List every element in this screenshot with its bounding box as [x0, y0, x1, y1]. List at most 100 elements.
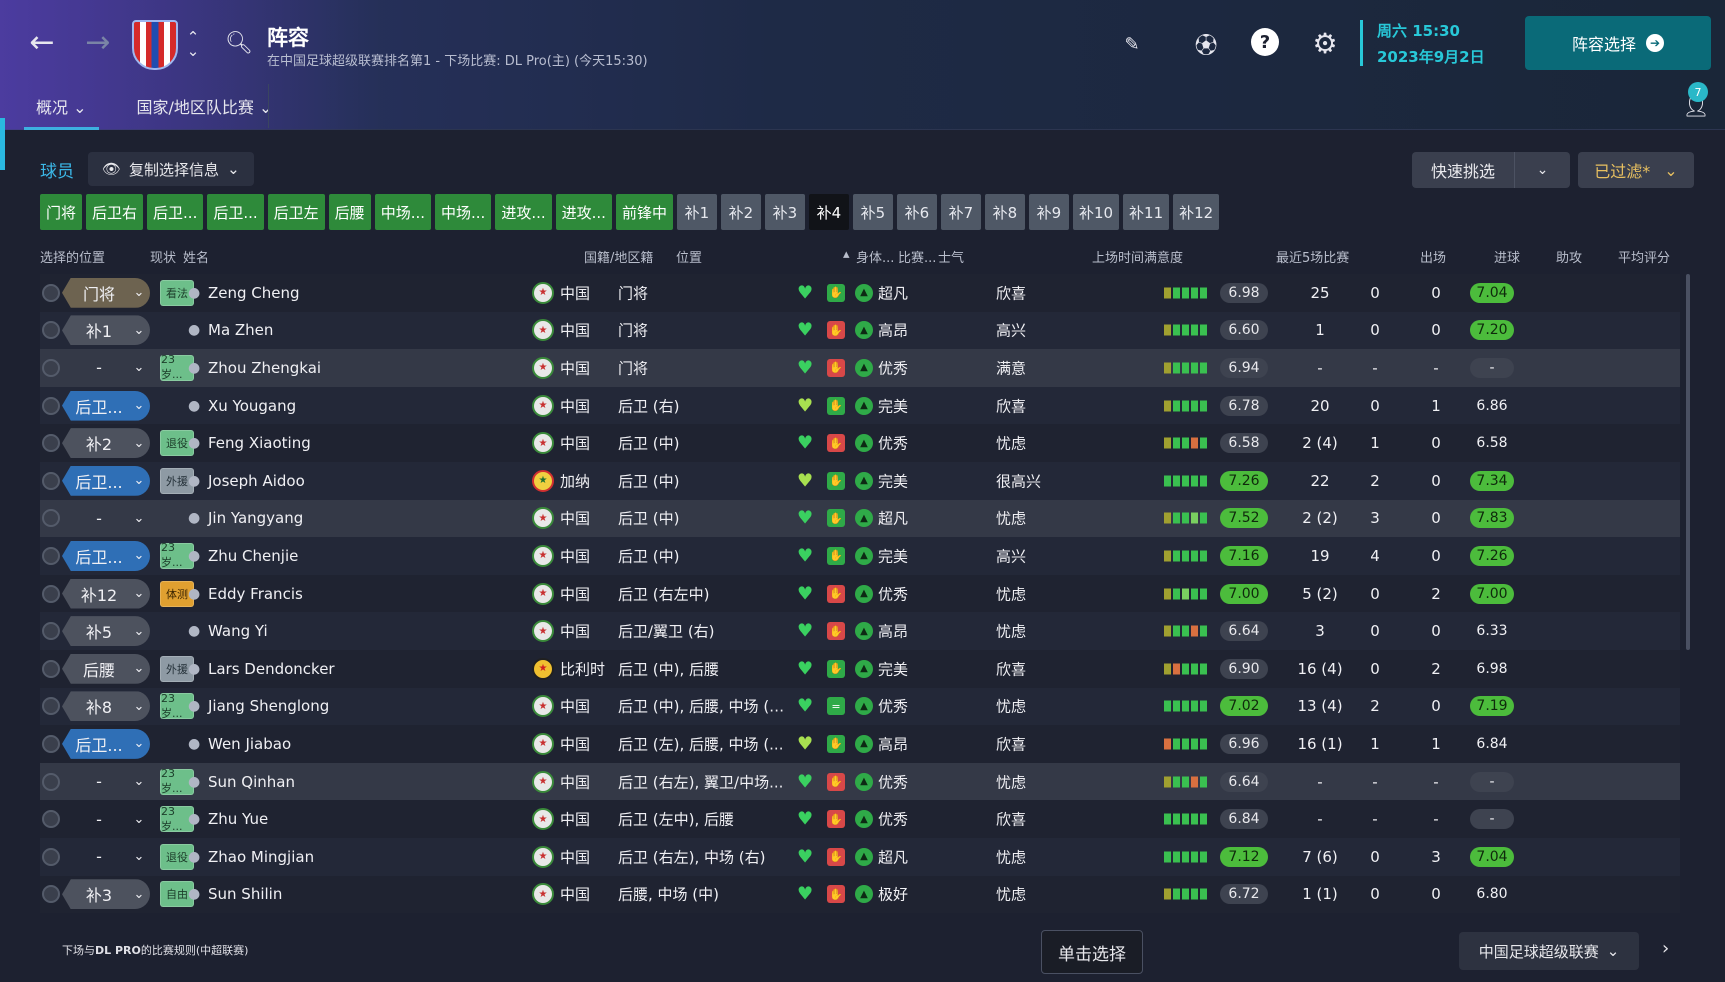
player-name[interactable]: Eddy Francis — [208, 585, 303, 603]
table-row[interactable]: - ⌄ 23岁... ● Sun Qinhan ★ 中国 后卫 (右左), 翼卫/中场... ♥… — [40, 762, 1680, 801]
table-row[interactable]: 补2 ⌄ 退役 ● Feng Xiaoting ★ 中国 后卫 (中) ♥ ✋ ▲ 优秀 忧虑 6.58 2… — [40, 424, 1680, 462]
player-name[interactable]: Xu Yougang — [208, 397, 296, 415]
nationality[interactable]: 中国 — [560, 771, 590, 792]
table-row[interactable]: - ⌄ ● Jin Yangyang ★ 中国 后卫 (中) ♥ ✋ ▲ 超凡 忧虑 7.52 2 (2)… — [40, 499, 1680, 538]
selected-position-dropdown[interactable]: - ⌄ — [62, 767, 150, 797]
selected-position-dropdown[interactable]: 后卫... ⌄ — [62, 728, 150, 759]
player-name[interactable]: Jin Yangyang — [208, 509, 303, 527]
position-tab[interactable]: 补2 — [720, 194, 761, 230]
club-crest[interactable] — [132, 20, 178, 70]
col-apps[interactable]: 出场 — [1420, 247, 1446, 266]
back-arrow-icon[interactable]: ← — [26, 25, 58, 60]
position-tab[interactable]: 补1 — [676, 194, 717, 230]
position-tab[interactable]: 进攻... — [555, 194, 612, 230]
table-row[interactable]: - ⌄ 23岁... ● Zhu Yue ★ 中国 后卫 (左中), 后腰 ♥ ✋ ▲ 优秀 欣喜 6.8… — [40, 800, 1680, 838]
col-assists[interactable]: 助攻 — [1556, 247, 1582, 266]
col-avg-rating[interactable]: 平均评分 — [1618, 247, 1670, 266]
row-checkbox[interactable] — [42, 396, 60, 415]
chevron-down-icon[interactable]: ⌄ — [1514, 152, 1570, 188]
row-checkbox[interactable] — [42, 810, 60, 829]
player-name[interactable]: Zhou Zhengkai — [208, 359, 321, 377]
position-tab[interactable]: 补3 — [764, 194, 805, 230]
row-checkbox[interactable] — [42, 434, 60, 453]
position-tab[interactable]: 补8 — [984, 194, 1025, 230]
selected-position-dropdown[interactable]: - ⌄ — [62, 842, 150, 872]
scrollbar[interactable] — [1686, 274, 1690, 650]
player-name[interactable]: Sun Qinhan — [208, 773, 295, 791]
lineup-selection-button[interactable]: 阵容选择 ➔ — [1525, 16, 1711, 70]
nationality[interactable]: 加纳 — [560, 470, 590, 491]
tab-national-matches[interactable]: 国家/地区队比赛 ⌄ — [125, 86, 285, 130]
position-tab[interactable]: 前锋中 — [615, 194, 673, 230]
nationality[interactable]: 中国 — [560, 884, 590, 905]
table-row[interactable]: 后卫... ⌄ 23岁... ● Zhu Chenjie ★ 中国 后卫 (中) ♥ ✋ ▲ 完美 高兴… — [40, 537, 1680, 575]
position-tab[interactable]: 补10 — [1072, 194, 1120, 230]
col-fitness[interactable]: 身体... — [856, 247, 894, 266]
col-position[interactable]: 位置 — [676, 247, 702, 266]
player-name[interactable]: Wang Yi — [208, 622, 268, 640]
table-row[interactable]: 补5 ⌄ ● Wang Yi ★ 中国 后卫/翼卫 (右) ♥ ✋ ▲ 高昂 忧虑 6.64 3 0 0 6.3… — [40, 612, 1680, 650]
row-checkbox[interactable] — [42, 885, 60, 904]
col-name[interactable]: 姓名 — [183, 247, 209, 266]
row-checkbox[interactable] — [42, 622, 60, 641]
table-row[interactable]: 补1 ⌄ ● Ma Zhen ★ 中国 门将 ♥ ✋ ▲ 高昂 高兴 6.60 1 0 0 7.20 — [40, 311, 1680, 350]
position-tab[interactable]: 后腰 — [328, 194, 371, 230]
row-checkbox[interactable] — [42, 509, 60, 528]
table-row[interactable]: - ⌄ 23岁... ● Zhou Zhengkai ★ 中国 门将 ♥ ✋ ▲ 优秀 满意 6.94- -… — [40, 349, 1680, 387]
nationality[interactable]: 中国 — [560, 696, 590, 717]
selected-position-dropdown[interactable]: 补1 ⌄ — [62, 315, 150, 346]
position-tab[interactable]: 补6 — [896, 194, 937, 230]
position-tab[interactable]: 后卫右 — [86, 194, 144, 230]
position-tab[interactable]: 中场... — [435, 194, 492, 230]
switch-club-icon[interactable]: ⌃ ⌄ — [184, 24, 202, 64]
row-checkbox[interactable] — [42, 847, 60, 866]
selected-position-dropdown[interactable]: 补3 ⌄ — [62, 879, 150, 910]
row-checkbox[interactable] — [42, 734, 60, 753]
col-goals[interactable]: 进球 — [1494, 247, 1520, 266]
table-row[interactable]: 补12 ⌄ 体测 ● Eddy Francis ★ 中国 后卫 (右左中) ♥ ✋ ▲ 优秀 忧虑 7.0… — [40, 574, 1680, 613]
forward-arrow-icon[interactable]: → — [82, 25, 114, 60]
nationality[interactable]: 中国 — [560, 809, 590, 830]
selected-position-dropdown[interactable]: - ⌄ — [62, 503, 150, 533]
chevron-right-icon[interactable]: › — [1662, 938, 1669, 959]
position-tab[interactable]: 补11 — [1123, 194, 1170, 230]
player-name[interactable]: Jiang Shenglong — [208, 697, 329, 715]
nationality[interactable]: 中国 — [560, 545, 590, 566]
selected-position-dropdown[interactable]: 补5 ⌄ — [62, 616, 150, 647]
help-icon[interactable]: ? — [1251, 28, 1279, 56]
player-name[interactable]: Zeng Cheng — [208, 284, 300, 302]
quick-pick-button[interactable]: 快速挑选 — [1412, 152, 1514, 188]
nationality[interactable]: 中国 — [560, 846, 590, 867]
position-tab[interactable]: 补5 — [852, 194, 893, 230]
table-row[interactable]: 后腰 ⌄ 外援 ● Lars Dendoncker ★ 比利时 后卫 (中), 后腰 ♥ ✋ ▲ 完美… — [40, 649, 1680, 688]
position-tab[interactable]: 门将 — [40, 194, 83, 230]
table-row[interactable]: 补3 ⌄ 自由 ● Sun Shilin ★ 中国 后腰, 中场 (中) ♥ ✋ ▲ 极好 忧虑 6.72… — [40, 875, 1680, 914]
position-tab[interactable]: 后卫... — [207, 194, 264, 230]
selected-position-dropdown[interactable]: 后卫... ⌄ — [62, 540, 150, 571]
row-checkbox[interactable] — [42, 358, 60, 377]
game-date[interactable]: 周六 15:30 2023年9月2日 — [1360, 20, 1485, 66]
nationality[interactable]: 中国 — [560, 583, 590, 604]
position-tab[interactable]: 后卫... — [147, 194, 204, 230]
table-row[interactable]: 补8 ⌄ 23岁... ● Jiang Shenglong ★ 中国 后卫 (中), 后腰, … — [40, 687, 1680, 726]
row-checkbox[interactable] — [42, 697, 60, 716]
selected-position-dropdown[interactable]: - ⌄ — [62, 804, 150, 834]
nationality[interactable]: 中国 — [560, 320, 590, 341]
player-name[interactable]: Feng Xiaoting — [208, 434, 311, 452]
player-name[interactable]: Zhao Mingjian — [208, 848, 314, 866]
table-row[interactable]: 后卫... ⌄ ● Wen Jiabao ★ 中国 后卫 (左), 后腰, 中场 (... ♥… — [40, 725, 1680, 763]
search-icon[interactable]: 🔍︎ — [224, 28, 254, 58]
nationality[interactable]: 中国 — [560, 733, 590, 754]
position-tab[interactable]: 补4 — [808, 194, 849, 230]
player-name[interactable]: Lars Dendoncker — [208, 660, 335, 678]
row-checkbox[interactable] — [42, 321, 60, 340]
selected-position-dropdown[interactable]: 后卫... ⌄ — [62, 465, 150, 496]
row-checkbox[interactable] — [42, 584, 60, 603]
gear-icon[interactable]: ⚙ — [1308, 26, 1342, 60]
position-tab[interactable]: 补9 — [1028, 194, 1069, 230]
row-checkbox[interactable] — [42, 546, 60, 565]
nationality[interactable]: 中国 — [560, 357, 590, 378]
selected-position-dropdown[interactable]: 补2 ⌄ — [62, 428, 150, 459]
table-row[interactable]: 后卫... ⌄ 外援 ● Joseph Aidoo ★ 加纳 后卫 (中) ♥ ✋ ▲ 完美 很高兴 7.… — [40, 461, 1680, 500]
nationality[interactable]: 中国 — [560, 395, 590, 416]
